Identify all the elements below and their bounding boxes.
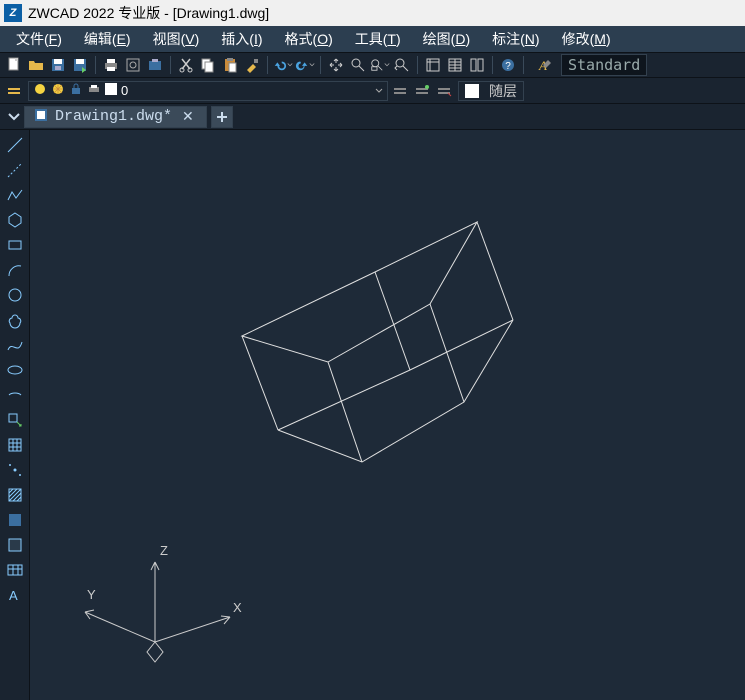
linetype-label: 随层 <box>489 81 517 101</box>
layer-lock-icon <box>69 82 83 99</box>
zoom-previous-button[interactable] <box>392 55 412 75</box>
axis-z-label: Z <box>160 543 168 558</box>
menu-edit[interactable]: 编辑(E) <box>74 26 141 52</box>
menu-modify[interactable]: 修改(M) <box>552 26 621 52</box>
menu-file[interactable]: 文件(F) <box>6 26 72 52</box>
draw-toolbar: A <box>0 130 30 700</box>
text-style-field[interactable]: Standard <box>561 54 647 76</box>
properties-button[interactable] <box>423 55 443 75</box>
separator <box>95 56 96 74</box>
polygon-tool[interactable] <box>4 209 26 231</box>
layer-manager-button[interactable] <box>4 81 24 101</box>
insert-block-tool[interactable] <box>4 409 26 431</box>
tool-palettes-button[interactable] <box>467 55 487 75</box>
layer-plot-icon <box>87 82 101 99</box>
text-style-group: A Standard <box>535 54 647 76</box>
rectangle-tool[interactable] <box>4 234 26 256</box>
layer-combo[interactable]: 0 <box>28 81 388 101</box>
doc-tab-list-button[interactable] <box>4 107 24 127</box>
open-button[interactable] <box>26 55 46 75</box>
polyline-tool[interactable] <box>4 184 26 206</box>
layer-previous-button[interactable] <box>390 81 410 101</box>
undo-button[interactable] <box>273 55 293 75</box>
ellipse-arc-tool[interactable] <box>4 384 26 406</box>
drawing-canvas[interactable]: Z X Y <box>30 130 745 700</box>
document-tabbar: Drawing1.dwg* ✕ <box>0 104 745 130</box>
layer-on-icon <box>33 82 47 99</box>
layer-state-button[interactable] <box>434 81 454 101</box>
layer-freeze-icon <box>51 82 65 99</box>
design-center-button[interactable] <box>445 55 465 75</box>
app-logo-icon: Z <box>4 4 22 22</box>
layer-combo-drop-icon <box>375 83 383 98</box>
new-button[interactable] <box>4 55 24 75</box>
print-button[interactable] <box>101 55 121 75</box>
axis-x-label: X <box>233 600 242 615</box>
svg-text:?: ? <box>505 61 511 72</box>
paste-button[interactable] <box>220 55 240 75</box>
menu-tools[interactable]: 工具(T) <box>345 26 411 52</box>
gradient-tool[interactable] <box>4 509 26 531</box>
pan-button[interactable] <box>326 55 346 75</box>
ucs-icon: Z X Y <box>100 537 240 680</box>
hatch-tool[interactable] <box>4 484 26 506</box>
zoom-realtime-button[interactable] <box>348 55 368 75</box>
separator <box>523 56 524 74</box>
new-tab-button[interactable] <box>211 106 233 128</box>
window-title: ZWCAD 2022 专业版 - [Drawing1.dwg] <box>28 3 269 23</box>
ellipse-tool[interactable] <box>4 359 26 381</box>
document-tab-active[interactable]: Drawing1.dwg* ✕ <box>24 106 207 128</box>
print-preview-button[interactable] <box>123 55 143 75</box>
layer-iso-button[interactable] <box>412 81 432 101</box>
separator <box>320 56 321 74</box>
construction-line-tool[interactable] <box>4 159 26 181</box>
mtext-tool[interactable]: A <box>4 584 26 606</box>
save-button[interactable] <box>48 55 68 75</box>
table-tool[interactable] <box>4 559 26 581</box>
workspace: A <box>0 130 745 700</box>
layer-name: 0 <box>121 83 128 98</box>
menubar: 文件(F) 编辑(E) 视图(V) 插入(I) 格式(O) 工具(T) 绘图(D… <box>0 26 745 52</box>
separator <box>267 56 268 74</box>
text-style-button[interactable]: A <box>535 55 555 75</box>
point-tool[interactable] <box>4 459 26 481</box>
separator <box>492 56 493 74</box>
spline-tool[interactable] <box>4 334 26 356</box>
matchprop-button[interactable] <box>242 55 262 75</box>
menu-draw[interactable]: 绘图(D) <box>413 26 480 52</box>
document-tab-filename: Drawing1.dwg* <box>55 108 172 125</box>
make-block-tool[interactable] <box>4 434 26 456</box>
layer-color-swatch <box>105 83 117 98</box>
dwg-file-icon <box>33 107 49 126</box>
menu-insert[interactable]: 插入(I) <box>211 26 272 52</box>
cut-button[interactable] <box>176 55 196 75</box>
svg-text:A: A <box>9 588 18 603</box>
help-button[interactable]: ? <box>498 55 518 75</box>
titlebar: Z ZWCAD 2022 专业版 - [Drawing1.dwg] <box>0 0 745 26</box>
menu-dimension[interactable]: 标注(N) <box>482 26 549 52</box>
copy-button[interactable] <box>198 55 218 75</box>
menu-view[interactable]: 视图(V) <box>143 26 210 52</box>
linetype-combo[interactable]: 随层 <box>458 81 524 101</box>
menu-format[interactable]: 格式(O) <box>275 26 343 52</box>
layer-toolbar: 0 随层 <box>0 78 745 104</box>
separator <box>170 56 171 74</box>
separator <box>417 56 418 74</box>
region-tool[interactable] <box>4 534 26 556</box>
line-tool[interactable] <box>4 134 26 156</box>
axis-y-label: Y <box>87 587 96 602</box>
saveas-button[interactable] <box>70 55 90 75</box>
revcloud-tool[interactable] <box>4 309 26 331</box>
zoom-window-button[interactable] <box>370 55 390 75</box>
publish-button[interactable] <box>145 55 165 75</box>
standard-toolbar: ? A Standard <box>0 52 745 78</box>
arc-tool[interactable] <box>4 259 26 281</box>
tab-close-button[interactable]: ✕ <box>178 108 198 125</box>
circle-tool[interactable] <box>4 284 26 306</box>
redo-button[interactable] <box>295 55 315 75</box>
bylayer-swatch-icon <box>465 84 479 98</box>
